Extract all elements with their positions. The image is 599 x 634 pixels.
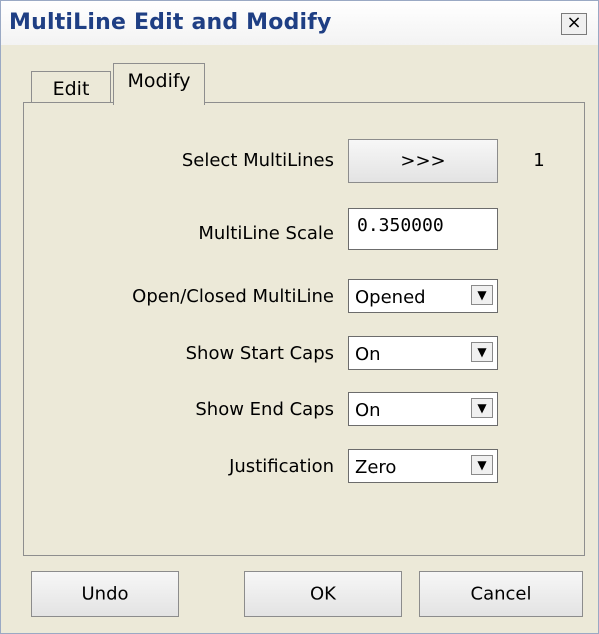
window-title: MultiLine Edit and Modify xyxy=(9,10,332,35)
show-end-caps-select[interactable]: On ▼ xyxy=(348,392,498,426)
justification-select[interactable]: Zero ▼ xyxy=(348,449,498,483)
ok-button[interactable]: OK xyxy=(244,571,402,617)
close-icon[interactable]: × xyxy=(561,13,587,35)
modify-panel: Select MultiLines >>> 1 MultiLine Scale … xyxy=(23,102,585,556)
open-closed-label: Open/Closed MultiLine xyxy=(132,286,334,307)
show-start-caps-select[interactable]: On ▼ xyxy=(348,336,498,370)
show-end-caps-value: On xyxy=(355,400,381,421)
chevron-down-icon[interactable]: ▼ xyxy=(471,342,493,362)
open-closed-value: Opened xyxy=(355,287,426,308)
tab-modify[interactable]: Modify xyxy=(113,63,205,105)
justification-value: Zero xyxy=(355,457,397,478)
select-multilines-button-label: >>> xyxy=(400,150,446,172)
cancel-button[interactable]: Cancel xyxy=(419,571,583,617)
ok-button-label: OK xyxy=(310,583,336,605)
multiline-scale-input[interactable]: 0.350000 xyxy=(348,208,498,250)
title-bar: MultiLine Edit and Modify × xyxy=(1,1,598,45)
justification-label: Justification xyxy=(229,456,334,477)
tab-edit[interactable]: Edit xyxy=(31,71,111,105)
tab-modify-label: Modify xyxy=(127,70,191,92)
show-start-caps-value: On xyxy=(355,344,381,365)
cancel-button-label: Cancel xyxy=(470,583,532,605)
select-multilines-label: Select MultiLines xyxy=(181,150,334,171)
chevron-down-icon[interactable]: ▼ xyxy=(471,285,493,305)
show-end-caps-label: Show End Caps xyxy=(195,399,334,420)
chevron-down-icon[interactable]: ▼ xyxy=(471,455,493,475)
undo-button[interactable]: Undo xyxy=(31,571,179,617)
chevron-down-icon[interactable]: ▼ xyxy=(471,398,493,418)
show-start-caps-label: Show Start Caps xyxy=(185,343,334,364)
open-closed-select[interactable]: Opened ▼ xyxy=(348,279,498,313)
undo-button-label: Undo xyxy=(81,583,129,605)
selected-count: 1 xyxy=(533,150,545,171)
multiline-scale-label: MultiLine Scale xyxy=(198,223,334,244)
tab-edit-label: Edit xyxy=(52,78,90,100)
dialog-window: MultiLine Edit and Modify × Edit Modify … xyxy=(0,0,599,634)
select-multilines-button[interactable]: >>> xyxy=(348,139,498,183)
